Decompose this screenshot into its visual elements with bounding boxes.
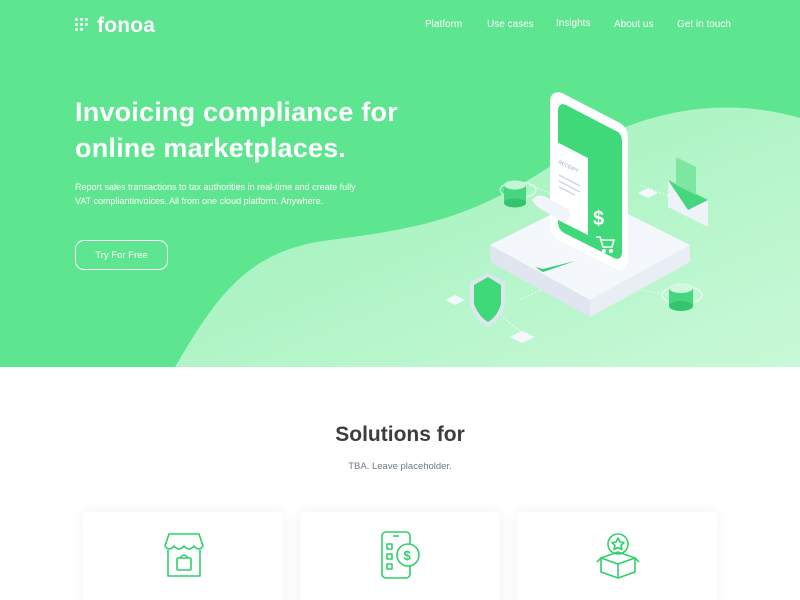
svg-text:$: $ [404,548,412,563]
award-box-icon [596,533,640,579]
envelope-icon [668,157,708,227]
solution-card-digital-services[interactable]: $ [300,512,500,600]
solution-card-rewards[interactable] [517,512,717,600]
nav-insights[interactable]: Insights [556,18,590,29]
nav-use-cases[interactable]: Use cases [487,19,534,30]
solution-card-marketplaces[interactable] [83,512,283,600]
nav-get-in-touch[interactable]: Get in touch [677,19,731,30]
headline-line-1: Invoicing compliance for [75,97,398,127]
solutions-heading: Solutions for [335,423,465,446]
hero-section: fonoa Platform Use cases Insights About … [0,0,800,367]
solutions-subtitle: TBA. Leave placeholder. [348,461,452,472]
brand-name: fonoa [97,14,156,37]
top-navigation: fonoa Platform Use cases Insights About … [0,0,800,50]
storefront-icon [164,533,204,577]
coin-stack-icon [499,180,537,208]
nav-about-us[interactable]: About us [614,19,653,30]
shield-icon [470,273,505,327]
description-line-2: VAT compliantinvoices. All from one clou… [75,196,324,206]
hero-illustration: RECEIPT $ [445,92,708,343]
brand-logo[interactable]: fonoa [75,14,155,38]
headline-line-2: online marketplaces. [75,133,347,163]
logo-dots-icon [75,18,91,34]
dollar-icon: $ [593,208,604,230]
hero-headline: Invoicing compliance for online marketpl… [75,94,435,166]
description-line-1: Report sales transactions to tax authori… [75,182,356,192]
coin-stack-icon-right [661,283,703,311]
try-for-free-button[interactable]: Try For Free [75,240,168,270]
nav-platform[interactable]: Platform [425,19,462,30]
hero-description: Report sales transactions to tax authori… [75,180,415,208]
mobile-payment-icon: $ [381,531,420,579]
